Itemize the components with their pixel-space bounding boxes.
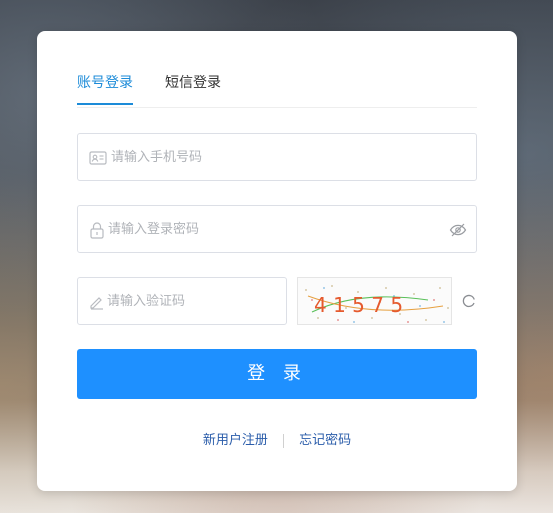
register-link[interactable]: 新用户注册 xyxy=(203,433,268,448)
password-placeholder: 请输入登录密码 xyxy=(108,222,200,237)
id-card-icon xyxy=(89,149,107,167)
footer-links: 新用户注册 忘记密码 xyxy=(37,429,517,448)
captcha-text: 4 1 5 7 5 xyxy=(314,293,403,317)
captcha-image[interactable]: 4 1 5 7 5 xyxy=(297,277,452,325)
login-button[interactable]: 登 录 xyxy=(77,349,477,399)
password-field[interactable]: 请输入登录密码 xyxy=(77,205,477,253)
tab-account-login[interactable]: 账号登录 xyxy=(77,73,133,105)
forgot-password-link[interactable]: 忘记密码 xyxy=(299,433,351,448)
lock-icon xyxy=(88,221,106,239)
tab-sms-login[interactable]: 短信登录 xyxy=(165,73,221,105)
phone-placeholder: 请输入手机号码 xyxy=(111,150,203,165)
pencil-icon xyxy=(88,293,106,311)
link-divider xyxy=(283,433,284,448)
phone-field[interactable]: 请输入手机号码 xyxy=(77,133,477,181)
login-card: 账号登录 短信登录 请输入手机号码 请输入登录密码 请输入验证码 4 1 5 7… xyxy=(37,31,517,491)
captcha-placeholder: 请输入验证码 xyxy=(107,294,186,309)
login-tabs: 账号登录 短信登录 xyxy=(77,73,477,108)
refresh-icon[interactable] xyxy=(461,293,477,309)
eye-off-icon[interactable] xyxy=(449,221,467,239)
captcha-field[interactable]: 请输入验证码 xyxy=(77,277,287,325)
